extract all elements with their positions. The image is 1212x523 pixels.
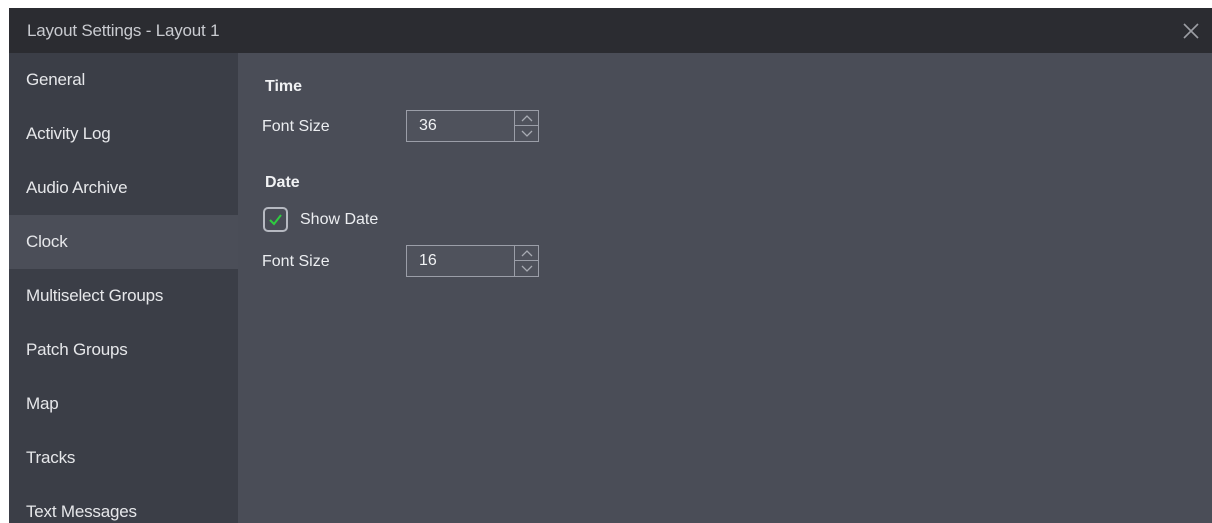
date-font-size-label: Font Size	[262, 253, 330, 270]
date-font-size-spinbox	[406, 245, 539, 277]
settings-sidebar: General Activity Log Audio Archive Clock…	[9, 53, 238, 523]
title-bar: Layout Settings - Layout 1	[9, 8, 1212, 53]
sidebar-item-activity-log[interactable]: Activity Log	[9, 107, 238, 161]
time-font-size-input[interactable]	[407, 111, 513, 141]
sidebar-item-label: Activity Log	[26, 124, 111, 143]
sidebar-item-label: Tracks	[26, 448, 76, 467]
close-icon	[1183, 23, 1199, 39]
date-section-title: Date	[265, 174, 300, 191]
sidebar-item-tracks[interactable]: Tracks	[9, 431, 238, 485]
sidebar-item-label: General	[26, 70, 86, 89]
sidebar-item-clock[interactable]: Clock	[9, 215, 238, 269]
time-section-title: Time	[265, 78, 303, 95]
checkmark-icon	[269, 214, 282, 226]
time-font-size-spinbox	[406, 110, 539, 142]
dialog-title: Layout Settings - Layout 1	[27, 21, 220, 40]
sidebar-item-label: Text Messages	[26, 502, 137, 521]
chevron-down-icon	[521, 265, 533, 272]
sidebar-item-patch-groups[interactable]: Patch Groups	[9, 323, 238, 377]
sidebar-item-text-messages[interactable]: Text Messages	[9, 485, 238, 523]
show-date-checkbox[interactable]	[263, 207, 288, 232]
sidebar-item-label: Map	[26, 394, 59, 413]
close-button[interactable]	[1178, 18, 1204, 44]
sidebar-item-multiselect-groups[interactable]: Multiselect Groups	[9, 269, 238, 323]
date-font-size-increment[interactable]	[514, 246, 538, 261]
chevron-up-icon	[521, 250, 533, 257]
layout-settings-dialog: Layout Settings - Layout 1 General Activ…	[9, 8, 1212, 523]
date-font-size-decrement[interactable]	[514, 261, 538, 276]
sidebar-item-label: Patch Groups	[26, 340, 128, 359]
sidebar-item-label: Clock	[26, 232, 68, 251]
time-font-size-decrement[interactable]	[514, 126, 538, 141]
show-date-label: Show Date	[300, 210, 379, 228]
sidebar-item-label: Audio Archive	[26, 178, 128, 197]
show-date-toggle[interactable]: Show Date	[263, 207, 378, 232]
time-font-size-increment[interactable]	[514, 111, 538, 126]
sidebar-item-map[interactable]: Map	[9, 377, 238, 431]
sidebar-item-label: Multiselect Groups	[26, 286, 164, 305]
time-font-size-label: Font Size	[262, 118, 330, 135]
sidebar-item-audio-archive[interactable]: Audio Archive	[9, 161, 238, 215]
clock-settings-panel: Time Font Size Date Show Date	[238, 53, 1212, 523]
chevron-up-icon	[521, 115, 533, 122]
date-font-size-input[interactable]	[407, 246, 513, 276]
sidebar-item-general[interactable]: General	[9, 53, 238, 107]
chevron-down-icon	[521, 130, 533, 137]
